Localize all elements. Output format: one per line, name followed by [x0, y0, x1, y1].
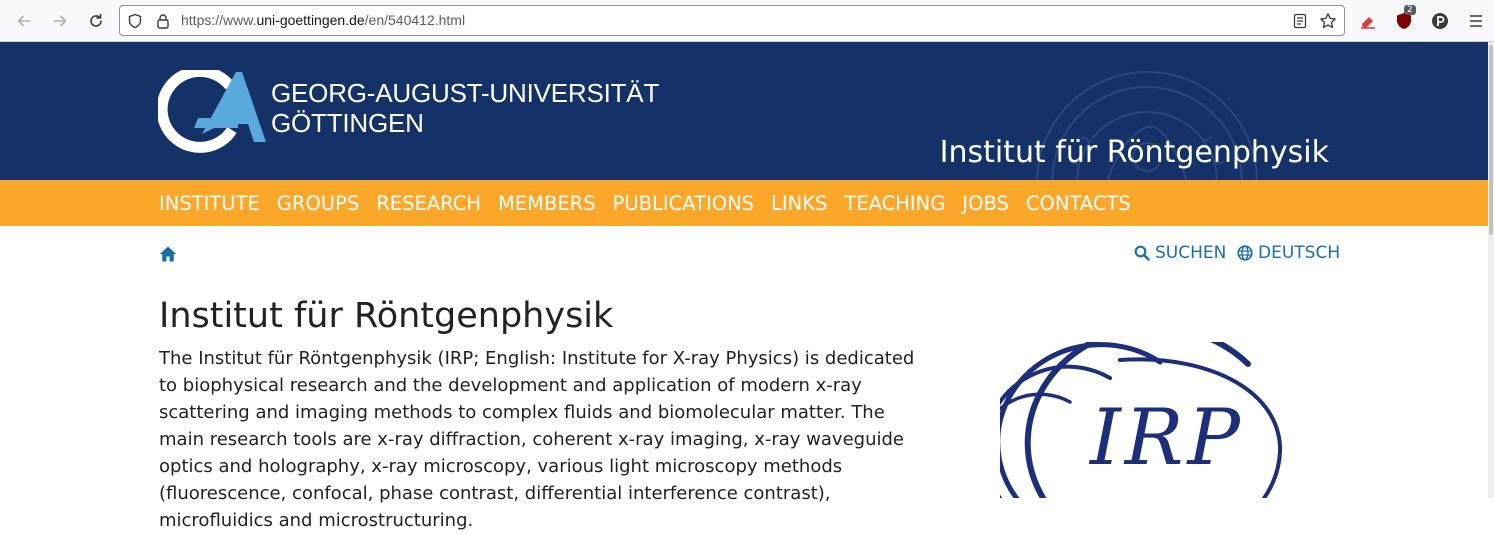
nav-item-institute[interactable]: INSTITUTE [159, 192, 260, 215]
page-scrollbar[interactable] [1488, 42, 1494, 498]
university-name[interactable]: GEORG-AUGUST-UNIVERSITÄT GÖTTINGEN [271, 78, 659, 138]
nav-item-teaching[interactable]: TEACHING [844, 192, 945, 215]
address-bar[interactable]: https://www.uni-goettingen.de/en/540412.… [119, 5, 1345, 36]
eraser-extension-icon[interactable] [1358, 11, 1378, 31]
nav-item-jobs[interactable]: JOBS [962, 192, 1009, 215]
site-header: GEORG-AUGUST-UNIVERSITÄT GÖTTINGEN Insti… [0, 42, 1488, 180]
lock-icon[interactable] [154, 12, 172, 30]
language-label: DEUTSCH [1258, 243, 1341, 263]
nav-item-research[interactable]: RESEARCH [376, 192, 481, 215]
extension-badge: 2 [1404, 5, 1416, 15]
ublock-extension-icon[interactable]: 2 [1394, 5, 1416, 31]
irp-logo-text: IRP [1088, 393, 1244, 483]
page-title: Institut für Röntgenphysik [159, 296, 614, 336]
back-button[interactable] [12, 9, 36, 33]
browser-toolbar: https://www.uni-goettingen.de/en/540412.… [0, 0, 1494, 42]
institute-banner-title[interactable]: Institut für Röntgenphysik [940, 135, 1329, 170]
url-domain: uni-goettingen.de [256, 12, 365, 28]
home-icon[interactable] [159, 245, 177, 263]
irp-logo: IRP [1000, 342, 1282, 498]
p-extension-icon[interactable] [1430, 11, 1450, 31]
intro-paragraph: The Institut für Röntgenphysik (IRP; Eng… [159, 348, 915, 531]
bookmark-star-icon[interactable] [1319, 12, 1337, 30]
url-prefix: https://www. [181, 12, 257, 28]
search-icon [1134, 245, 1150, 261]
reader-view-icon[interactable] [1291, 12, 1309, 30]
scrollbar-thumb[interactable] [1489, 45, 1493, 235]
main-navigation: INSTITUTE GROUPS RESEARCH MEMBERS PUBLIC… [0, 180, 1488, 226]
globe-icon [1237, 245, 1253, 261]
nav-item-contacts[interactable]: CONTACTS [1026, 192, 1131, 215]
nav-item-groups[interactable]: GROUPS [277, 192, 359, 215]
nav-item-members[interactable]: MEMBERS [498, 192, 596, 215]
search-label: SUCHEN [1155, 243, 1227, 263]
nav-item-links[interactable]: LINKS [771, 192, 827, 215]
arrow-left-icon [17, 15, 31, 27]
reload-icon [90, 13, 102, 27]
reload-button[interactable] [84, 9, 108, 33]
url-text[interactable]: https://www.uni-goettingen.de/en/540412.… [181, 12, 465, 28]
university-name-line2: GÖTTINGEN [271, 108, 424, 138]
shield-icon[interactable] [126, 12, 144, 30]
language-link[interactable]: DEUTSCH [1237, 243, 1340, 263]
menu-icon[interactable] [1466, 11, 1486, 31]
url-path: /en/540412.html [364, 12, 466, 28]
nav-item-publications[interactable]: PUBLICATIONS [613, 192, 754, 215]
university-name-line1: GEORG-AUGUST-UNIVERSITÄT [271, 78, 660, 108]
ga-logo-icon [158, 70, 266, 153]
forward-button[interactable] [48, 9, 72, 33]
arrow-right-icon [53, 15, 67, 27]
search-link[interactable]: SUCHEN [1134, 243, 1226, 263]
